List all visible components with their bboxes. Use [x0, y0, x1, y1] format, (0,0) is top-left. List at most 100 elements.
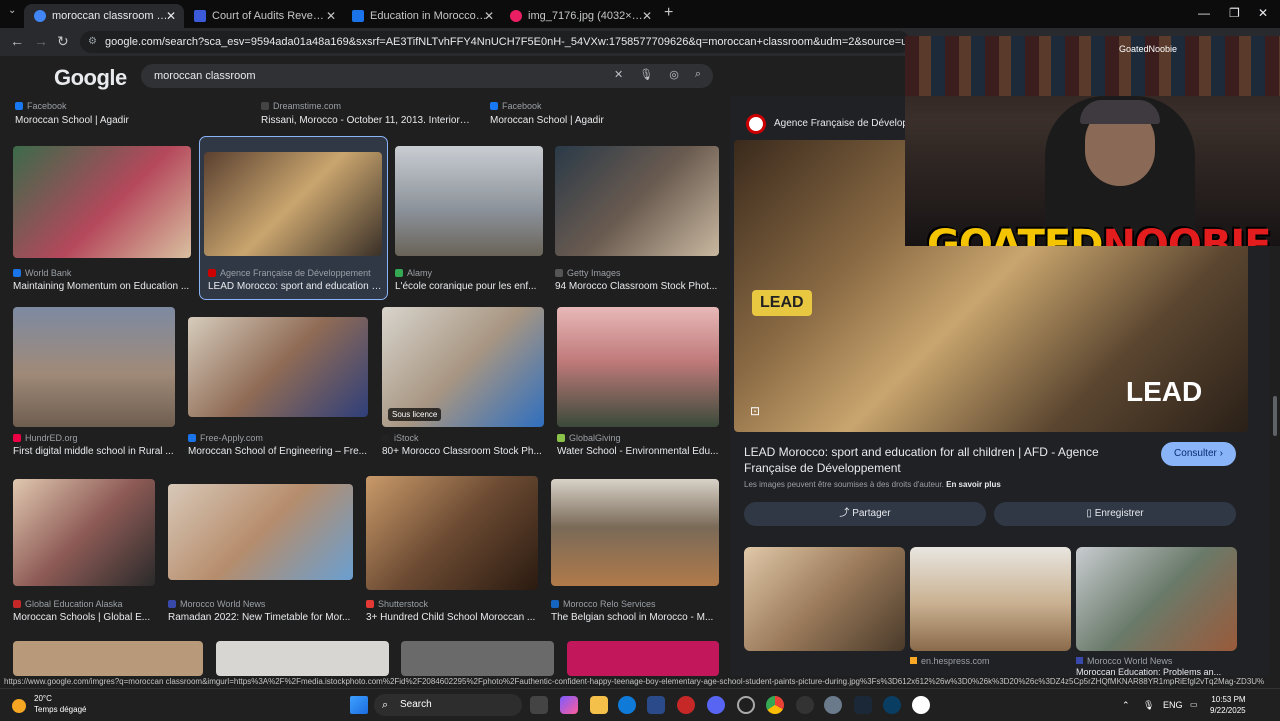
app-icon[interactable] [796, 696, 814, 714]
result-source: Free-Apply.com [200, 433, 263, 443]
result-item[interactable]: Alamy L'école coranique pour les enf... [395, 146, 543, 296]
edge-icon[interactable] [618, 696, 636, 714]
network-icon[interactable]: ▭ [1190, 689, 1198, 721]
result-image[interactable] [13, 307, 175, 427]
close-icon[interactable]: ✕ [166, 4, 176, 28]
tab-3[interactable]: Education in Morocco, between ✕ [342, 4, 502, 28]
result-image[interactable] [557, 307, 719, 427]
windows-start-icon[interactable] [350, 696, 368, 714]
result-item[interactable]: Morocco World News Ramadan 2022: New Tim… [168, 479, 353, 624]
result-item[interactable]: World Bank Maintaining Momentum on Educa… [13, 146, 191, 296]
result-caption: Maintaining Momentum on Education ... [13, 281, 190, 292]
taskbar-search[interactable]: ⌕ Search [374, 694, 522, 716]
app-icon[interactable] [677, 696, 695, 714]
chrome-icon[interactable] [766, 696, 784, 714]
result-source: Shutterstock [378, 599, 429, 609]
forward-arrow-icon[interactable]: → [34, 33, 48, 49]
save-button[interactable]: ▯ Enregistrer [994, 502, 1236, 526]
lens-icon[interactable]: ◎ [669, 68, 679, 81]
result-image[interactable] [13, 479, 155, 586]
result-image[interactable] [401, 641, 554, 676]
mwn-icon [168, 600, 176, 608]
task-view-icon[interactable] [530, 696, 548, 714]
reload-icon[interactable]: ↻ [57, 33, 69, 50]
tab-search-icon[interactable]: ⌄ [8, 5, 16, 16]
steam-icon[interactable] [883, 696, 901, 714]
site-info-icon[interactable]: ⚙ [88, 31, 97, 53]
learn-more-link[interactable]: En savoir plus [946, 480, 1001, 489]
file-explorer-icon[interactable] [590, 696, 608, 714]
istock-icon [382, 434, 390, 442]
relo-icon [551, 600, 559, 608]
tab-title: Court of Audits Reveals Dark Re [212, 10, 330, 22]
result-item-selected[interactable]: Agence Française de Développement LEAD M… [199, 136, 388, 300]
globalgiving-icon [557, 434, 565, 442]
copilot-icon[interactable] [560, 696, 578, 714]
result-item[interactable]: HundrED.org First digital middle school … [13, 307, 175, 457]
related-image[interactable] [1076, 547, 1237, 651]
result-image[interactable] [188, 317, 368, 417]
clear-icon[interactable]: ✕ [614, 68, 623, 81]
obs-icon[interactable] [737, 696, 755, 714]
result-item[interactable]: Global Education Alaska Moroccan Schools… [13, 479, 155, 624]
result-top-3[interactable]: Facebook Moroccan School | Agadir [490, 96, 670, 130]
tray-chevron-icon[interactable]: ⌃ [1122, 689, 1130, 721]
search-input[interactable]: moroccan classroom [154, 64, 255, 88]
search-box[interactable]: moroccan classroom ✕ 🎙 ◎ ⌕ [141, 64, 713, 88]
result-item[interactable]: Shutterstock 3+ Hundred Child School Mor… [366, 476, 538, 624]
close-icon[interactable]: ✕ [484, 4, 494, 28]
result-image[interactable] [395, 146, 543, 256]
consult-button[interactable]: Consulter › [1161, 442, 1236, 466]
scrollbar-thumb[interactable] [1273, 396, 1277, 436]
share-button[interactable]: ⤴ Partager [744, 502, 986, 526]
image-results-grid: Facebook Moroccan School | Agadir Dreams… [0, 96, 730, 676]
back-arrow-icon[interactable]: ← [10, 33, 24, 49]
maximize-icon[interactable]: ❐ [1229, 6, 1240, 20]
result-image[interactable] [216, 641, 389, 676]
result-item[interactable]: GlobalGiving Water School - Environmenta… [557, 307, 719, 457]
preview-title[interactable]: LEAD Morocco: sport and education for al… [744, 444, 1144, 476]
store-icon[interactable] [647, 696, 665, 714]
result-image[interactable] [366, 476, 538, 590]
related-image[interactable] [744, 547, 905, 651]
result-image[interactable] [551, 479, 719, 586]
microphone-icon[interactable]: 🎙 [1143, 689, 1154, 721]
result-item[interactable]: Free-Apply.com Moroccan School of Engine… [188, 307, 368, 457]
url-bar[interactable]: ⚙ google.com/search?sca_esv=9594ada01a48… [80, 31, 910, 53]
discord-icon[interactable] [707, 696, 725, 714]
settings-icon[interactable] [824, 696, 842, 714]
search-icon[interactable]: ⌕ [695, 68, 701, 81]
language-indicator[interactable]: ENG [1163, 689, 1183, 721]
result-image[interactable] [555, 146, 719, 256]
media-player-icon[interactable] [912, 696, 930, 714]
window-close-icon[interactable]: ✕ [1258, 6, 1268, 20]
google-logo[interactable]: Google [54, 65, 127, 91]
result-item[interactable]: Sous licence iStock 80+ Morocco Classroo… [382, 307, 544, 457]
close-icon[interactable]: ✕ [642, 4, 652, 28]
minimize-icon[interactable]: — [1198, 6, 1210, 20]
related-image[interactable] [910, 547, 1071, 651]
result-image[interactable] [567, 641, 719, 676]
result-image[interactable] [168, 484, 353, 580]
copyright-note: Les images peuvent être soumises à des d… [744, 480, 1001, 489]
result-top-1[interactable]: Facebook Moroccan School | Agadir [15, 96, 195, 130]
facebook-icon [15, 102, 23, 110]
result-image[interactable]: Sous licence [382, 307, 544, 427]
clock-date: 9/22/2025 [1210, 706, 1246, 715]
result-item[interactable]: Getty Images 94 Morocco Classroom Stock … [555, 146, 719, 296]
steam-icon[interactable] [854, 696, 872, 714]
new-tab-plus-icon[interactable]: + [664, 4, 673, 22]
tab-2[interactable]: Court of Audits Reveals Dark Re ✕ [184, 4, 344, 28]
lens-search-icon[interactable]: ⊡ [750, 404, 760, 418]
result-image[interactable] [13, 146, 191, 258]
result-image[interactable] [204, 152, 382, 256]
tab-1[interactable]: moroccan classroom - Recherche ✕ [24, 4, 184, 28]
system-clock[interactable]: 10:53 PM 9/22/2025 [1210, 694, 1246, 716]
result-item[interactable]: Morocco Relo Services The Belgian school… [551, 479, 719, 624]
weather-widget[interactable]: 20°C Temps dégagé [12, 693, 86, 715]
microphone-icon[interactable]: 🎙 [639, 68, 653, 81]
close-icon[interactable]: ✕ [326, 4, 336, 28]
result-top-2[interactable]: Dreamstime.com Rissani, Morocco - Octobe… [261, 96, 471, 130]
result-image[interactable] [13, 641, 203, 676]
tab-4[interactable]: img_7176.jpg (4032×3024) ✕ [500, 4, 660, 28]
